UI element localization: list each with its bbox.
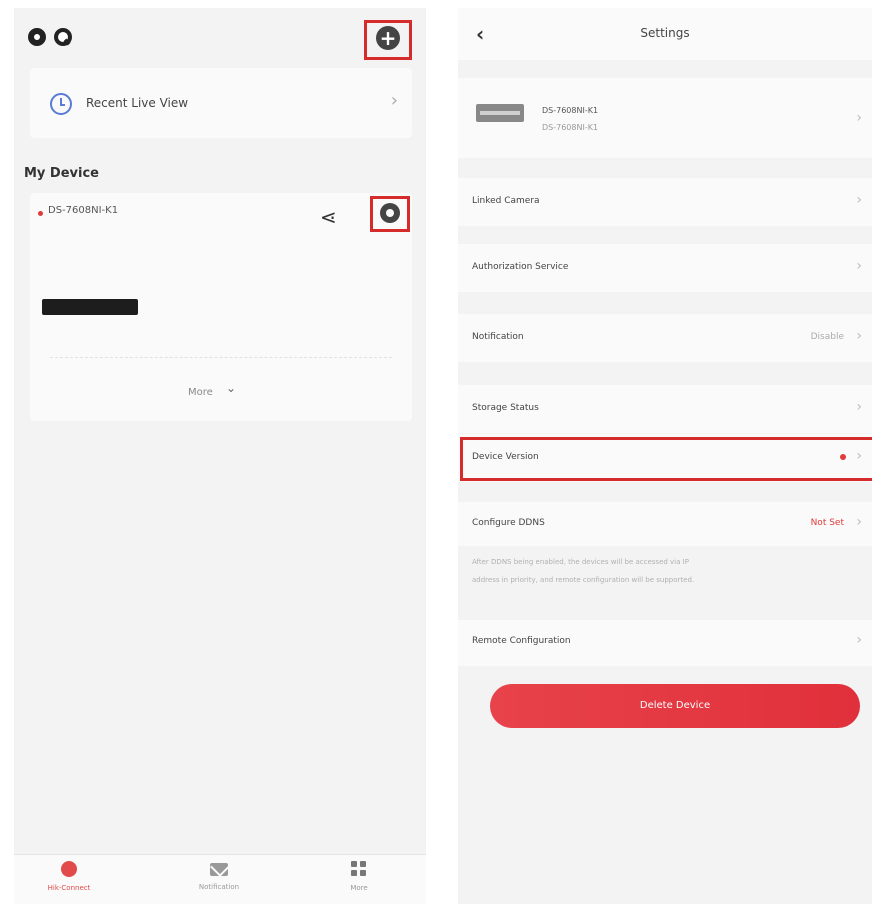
device-thumbnail [476, 104, 524, 122]
storage-status-row[interactable]: Storage Status › [458, 385, 872, 433]
recent-live-view-label: Recent Live View [86, 96, 189, 110]
settings-screen: ‹ Settings DS-7608NI-K1 DS-7608NI-K1 › L… [458, 8, 872, 904]
ddns-note-line: After DDNS being enabled, the devices wi… [472, 558, 689, 566]
nav-label: Notification [198, 883, 240, 891]
add-device-icon[interactable]: + [376, 26, 400, 50]
delete-device-button[interactable]: Delete Device [490, 684, 860, 728]
linked-camera-row[interactable]: Linked Camera › [458, 178, 872, 226]
row-label: Configure DDNS [472, 518, 545, 528]
nav-label: More [350, 884, 368, 892]
account-icon[interactable] [28, 28, 46, 46]
device-name: DS-7608NI-K1 [542, 106, 599, 115]
ddns-note-line: address in priority, and remote configur… [472, 576, 695, 584]
chevron-right-icon: › [856, 514, 862, 530]
nav-more[interactable]: More [314, 861, 404, 892]
device-list-screen: + Recent Live View › My Device DS-7608NI… [14, 8, 426, 904]
ddns-value: Not Set [810, 518, 844, 528]
nav-label: Hik-Connect [47, 884, 91, 892]
chevron-right-icon: › [856, 399, 862, 415]
gear-icon[interactable] [380, 203, 400, 223]
grid-icon [351, 861, 367, 877]
device-model: DS-7608NI-K1 [542, 123, 599, 132]
mail-icon [210, 863, 228, 876]
row-label: Authorization Service [472, 262, 569, 272]
top-bar: ‹ Settings [458, 8, 872, 60]
row-label: Remote Configuration [472, 636, 571, 646]
home-icon [61, 861, 77, 877]
row-label: Storage Status [472, 403, 539, 413]
row-label: Linked Camera [472, 196, 540, 206]
chevron-right-icon: › [856, 328, 862, 344]
page-title: Settings [640, 26, 690, 40]
chevron-right-icon: › [856, 632, 862, 648]
top-bar: + [14, 8, 426, 62]
chevron-right-icon: › [390, 90, 398, 111]
remote-configuration-row[interactable]: Remote Configuration › [458, 620, 872, 666]
bottom-nav: Hik-Connect Notification More [14, 854, 426, 904]
nav-hik-connect[interactable]: Hik-Connect [24, 861, 114, 892]
row-label: Notification [472, 332, 524, 342]
configure-ddns-row[interactable]: Configure DDNS Not Set › [458, 502, 872, 546]
chevron-right-icon: › [856, 192, 862, 208]
device-thumbnail [42, 299, 138, 315]
chevron-down-icon[interactable]: ⌄ [226, 381, 236, 395]
device-card[interactable]: DS-7608NI-K1 ⋖ More ⌄ [30, 193, 412, 421]
clock-icon [50, 93, 72, 115]
divider [50, 357, 392, 358]
recent-live-view-item[interactable]: Recent Live View › [30, 68, 412, 138]
search-icon[interactable] [54, 28, 72, 46]
ddns-note: After DDNS being enabled, the devices wi… [458, 546, 872, 608]
notification-row[interactable]: Notification Disable › [458, 314, 872, 362]
share-icon[interactable]: ⋖ [320, 205, 337, 229]
authorization-service-row[interactable]: Authorization Service › [458, 244, 872, 292]
highlight-box [460, 437, 872, 481]
more-label[interactable]: More [188, 387, 213, 398]
chevron-right-icon: › [856, 110, 862, 126]
nav-notification[interactable]: Notification [174, 861, 264, 891]
chevron-right-icon: › [856, 258, 862, 274]
notification-value: Disable [810, 332, 844, 342]
device-info-row[interactable]: DS-7608NI-K1 DS-7608NI-K1 › [458, 78, 872, 158]
my-device-title: My Device [24, 166, 99, 181]
device-name: DS-7608NI-K1 [48, 205, 119, 216]
online-status-dot [38, 211, 43, 216]
